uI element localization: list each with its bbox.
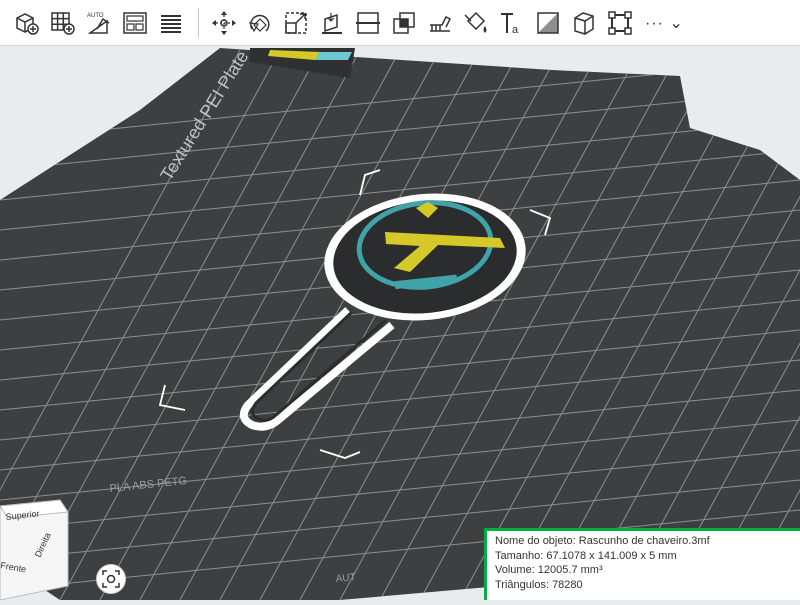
scale-icon bbox=[285, 11, 307, 34]
add-object-icon bbox=[16, 12, 39, 35]
scale-button[interactable] bbox=[279, 6, 313, 40]
object-volume-text: Volume: 12005.7 mm³ bbox=[495, 564, 603, 576]
text-button[interactable]: a bbox=[495, 6, 529, 40]
lay-on-face-icon bbox=[322, 12, 342, 34]
split-layers-icon bbox=[161, 14, 181, 33]
build-plate-scene: Textured PEI Plate PLA ABS PETG AUT bbox=[0, 46, 800, 600]
measure-icon bbox=[608, 10, 632, 35]
toolbar-divider bbox=[198, 7, 199, 38]
lay-on-face-button[interactable] bbox=[315, 6, 349, 40]
cut-button[interactable] bbox=[351, 6, 385, 40]
rotate-icon bbox=[248, 14, 270, 32]
svg-text:a: a bbox=[512, 24, 519, 36]
add-object-button[interactable] bbox=[10, 6, 44, 40]
split-layers-button[interactable] bbox=[154, 6, 188, 40]
move-button[interactable] bbox=[207, 6, 241, 40]
boolean-icon bbox=[393, 11, 415, 34]
mesh-icon bbox=[574, 11, 594, 35]
arrange-icon bbox=[123, 11, 147, 34]
support-paint-icon bbox=[430, 15, 452, 32]
main-toolbar: AUTO a ··· ⌄ bbox=[0, 0, 800, 46]
move-icon bbox=[212, 10, 236, 35]
rotate-button[interactable] bbox=[243, 6, 277, 40]
auto-orient-button[interactable]: AUTO bbox=[82, 6, 116, 40]
text-icon: a bbox=[501, 12, 519, 36]
auto-orient-icon: AUTO bbox=[87, 13, 110, 34]
chevron-down-icon: ⌄ bbox=[669, 14, 684, 32]
object-name-text: Nome do objeto: Rascunho de chaveiro.3mf bbox=[495, 535, 710, 547]
arrange-button[interactable] bbox=[118, 6, 152, 40]
add-plate-button[interactable] bbox=[46, 6, 80, 40]
object-info-panel: Nome do objeto: Rascunho de chaveiro.3mf… bbox=[484, 528, 800, 600]
seam-paint-icon bbox=[537, 11, 559, 34]
seam-paint-button[interactable] bbox=[531, 6, 565, 40]
navigation-cube[interactable]: Superior Direita Frente bbox=[0, 496, 90, 601]
recenter-view-button[interactable] bbox=[96, 564, 126, 594]
color-paint-button[interactable] bbox=[459, 6, 493, 40]
svg-text:AUTO: AUTO bbox=[87, 13, 104, 19]
measure-button[interactable] bbox=[603, 6, 637, 40]
plate-corner-label: AUT bbox=[335, 572, 356, 585]
cut-icon bbox=[356, 11, 380, 34]
boolean-button[interactable] bbox=[387, 6, 421, 40]
object-triangles-text: Triângulos: 78280 bbox=[495, 578, 583, 591]
build-plate bbox=[0, 48, 800, 600]
color-paint-icon bbox=[464, 11, 487, 33]
add-plate-icon bbox=[51, 11, 75, 35]
support-paint-button[interactable] bbox=[423, 6, 457, 40]
3d-viewport[interactable]: Textured PEI Plate PLA ABS PETG AUT bbox=[0, 46, 800, 600]
object-size-text: Tamanho: 67.1078 x 141.009 x 5 mm bbox=[495, 549, 677, 562]
more-tools-button[interactable]: ··· ⌄ bbox=[639, 13, 690, 33]
mesh-button[interactable] bbox=[567, 6, 601, 40]
focus-icon bbox=[102, 570, 120, 588]
